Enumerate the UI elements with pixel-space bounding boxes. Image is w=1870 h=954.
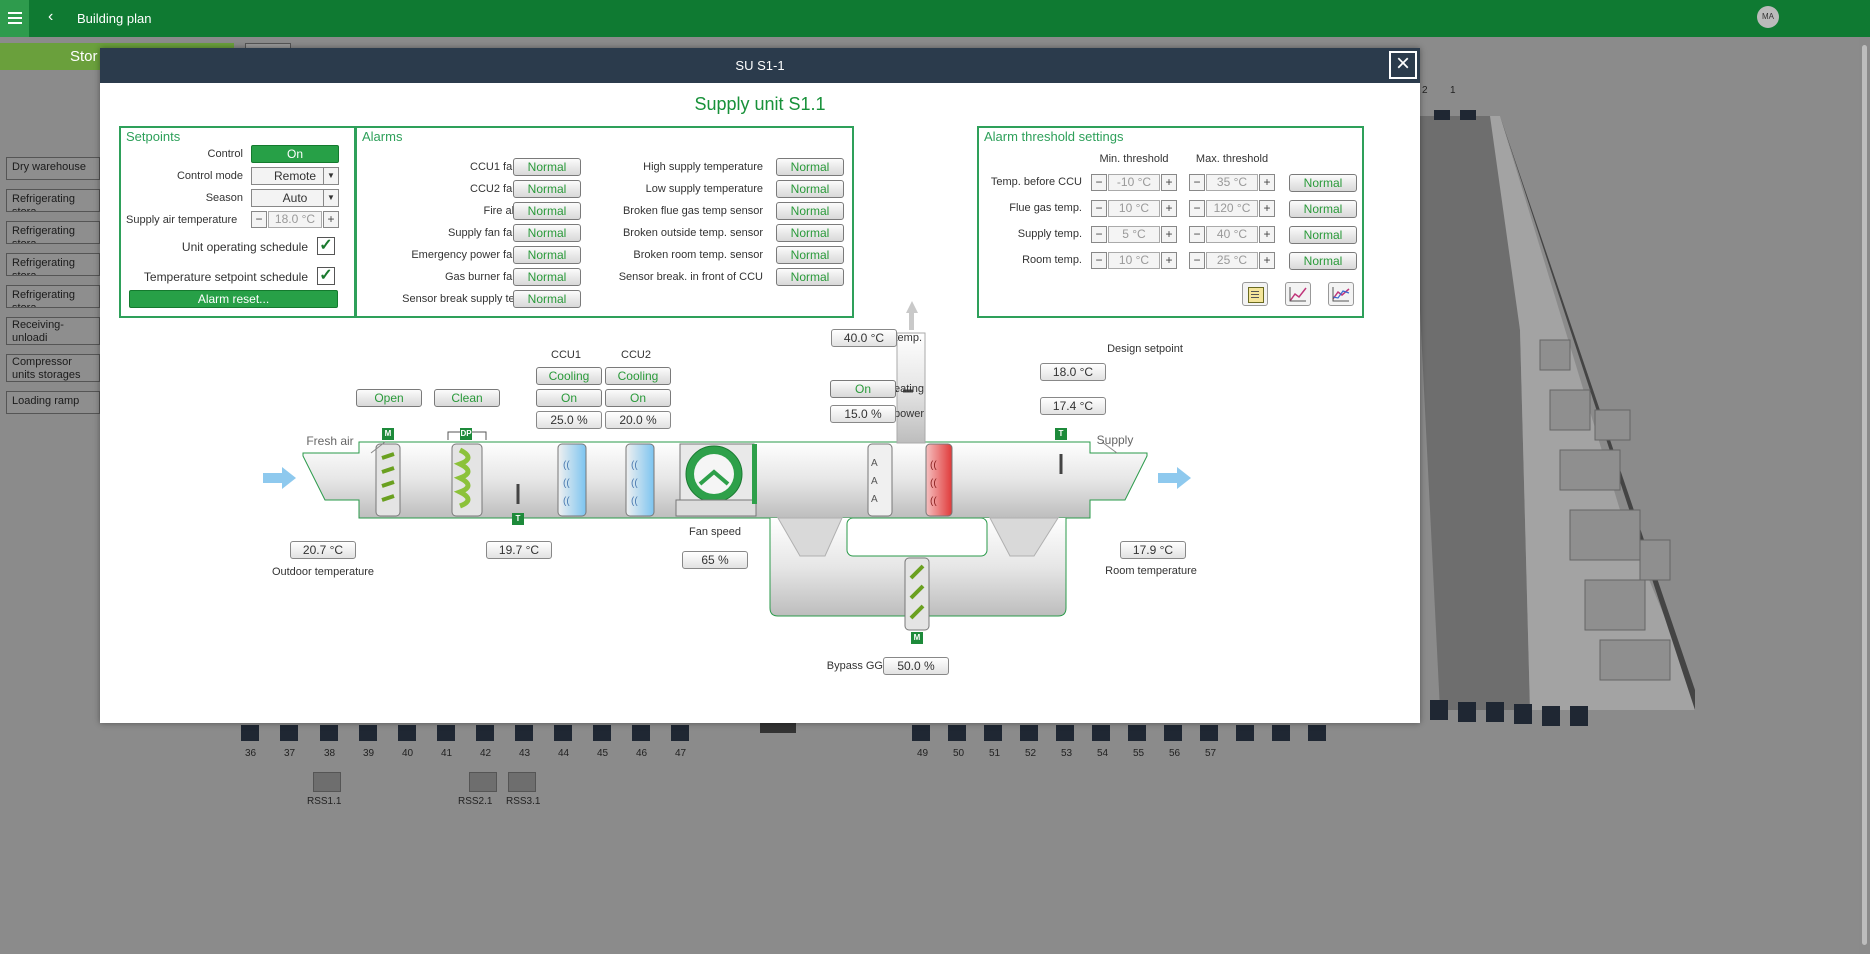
rss-label: RSS2.1 bbox=[458, 796, 493, 807]
scrollbar[interactable] bbox=[1859, 37, 1870, 954]
ccu2-state[interactable]: On bbox=[605, 389, 671, 407]
storage-item[interactable]: Compressor units storages bbox=[6, 354, 100, 382]
dock-number: 52 bbox=[1025, 748, 1037, 759]
storage-list: Dry warehouse Refrigerating stora Refrig… bbox=[6, 157, 100, 423]
dock-number: 57 bbox=[1205, 748, 1217, 759]
building-plan bbox=[1420, 110, 1695, 726]
avatar[interactable]: MA bbox=[1757, 6, 1779, 28]
outdoor-temp-value: 20.7 °C bbox=[290, 541, 356, 559]
menu-icon[interactable] bbox=[0, 0, 29, 37]
top-bar: ‹ Building plan MA bbox=[0, 0, 1870, 37]
breadcrumb[interactable]: Building plan bbox=[77, 11, 151, 26]
storage-item[interactable]: Refrigerating stora bbox=[6, 189, 100, 212]
dock-number: 46 bbox=[636, 748, 648, 759]
rss-label: RSS1.1 bbox=[307, 796, 342, 807]
dock-number: 55 bbox=[1133, 748, 1145, 759]
svg-text:A: A bbox=[871, 494, 878, 505]
svg-text:((: (( bbox=[563, 460, 570, 471]
supply-temp-value: 17.4 °C bbox=[1040, 397, 1106, 415]
svg-text:((: (( bbox=[930, 478, 937, 489]
filter-state[interactable]: Clean bbox=[434, 389, 500, 407]
air-handling-unit-diagram: (((((( (((((( AAA (((((( bbox=[263, 301, 1191, 631]
dock-number: 50 bbox=[953, 748, 965, 759]
bypass-value: 50.0 % bbox=[883, 657, 949, 675]
rss-label: RSS3.1 bbox=[506, 796, 541, 807]
svg-text:((: (( bbox=[563, 478, 570, 489]
svg-text:A: A bbox=[871, 458, 878, 469]
dock-number: 2 bbox=[1422, 85, 1428, 96]
rss-unit[interactable] bbox=[313, 772, 341, 792]
temp-sensor-tag: T bbox=[1055, 428, 1067, 440]
temp-sensor-tag: T bbox=[512, 513, 524, 525]
svg-text:((: (( bbox=[563, 496, 570, 507]
dock-number: 40 bbox=[402, 748, 414, 759]
supply-unit-dialog: SU S1-1 × Supply unit S1.1 Setpoints Con… bbox=[100, 48, 1420, 723]
back-icon[interactable]: ‹ bbox=[48, 8, 53, 26]
svg-text:((: (( bbox=[930, 496, 937, 507]
ccu1-mode[interactable]: Cooling bbox=[536, 367, 602, 385]
supply-label: Supply bbox=[1096, 433, 1134, 447]
storage-item[interactable]: Refrigerating stora bbox=[6, 221, 100, 244]
dock-number: 43 bbox=[519, 748, 531, 759]
dock-number: 53 bbox=[1061, 748, 1073, 759]
storage-item[interactable]: Loading ramp bbox=[6, 391, 100, 414]
rss-unit[interactable] bbox=[469, 772, 497, 792]
inlet-arrow-icon bbox=[263, 467, 296, 489]
dock-number: 47 bbox=[675, 748, 687, 759]
dock-number: 39 bbox=[363, 748, 375, 759]
fan-speed-value: 65 % bbox=[682, 551, 748, 569]
storage-item[interactable]: Refrigerating stora bbox=[6, 285, 100, 308]
rss-unit[interactable] bbox=[508, 772, 536, 792]
dock-number: 44 bbox=[558, 748, 570, 759]
dock-number: 56 bbox=[1169, 748, 1181, 759]
fan-speed-label: Fan speed bbox=[689, 526, 741, 538]
motor-tag: M bbox=[382, 428, 394, 440]
dock-number: 41 bbox=[441, 748, 453, 759]
gb-heating-value[interactable]: On bbox=[830, 380, 896, 398]
svg-text:((: (( bbox=[631, 496, 638, 507]
design-setpoint-label: Design setpoint bbox=[1107, 343, 1183, 355]
storage-item[interactable]: Receiving-unloadi refrigerating storag bbox=[6, 317, 100, 345]
ccu1-label: CCU1 bbox=[551, 349, 581, 361]
svg-text:((: (( bbox=[631, 460, 638, 471]
dock-number: 45 bbox=[597, 748, 609, 759]
dock-number: 51 bbox=[989, 748, 1001, 759]
ccu1-value: 25.0 % bbox=[536, 411, 602, 429]
motor-tag: M bbox=[911, 632, 923, 644]
bypass-label: Bypass GG bbox=[826, 660, 883, 672]
ccu2-mode[interactable]: Cooling bbox=[605, 367, 671, 385]
outdoor-temp-label: Outdoor temperature bbox=[271, 566, 375, 578]
outlet-arrow-icon bbox=[1158, 467, 1191, 489]
dock-number: 49 bbox=[917, 748, 929, 759]
room-temp-label: Room temperature bbox=[1105, 565, 1197, 577]
ccu1-state[interactable]: On bbox=[536, 389, 602, 407]
svg-text:((: (( bbox=[631, 478, 638, 489]
dock-number: 54 bbox=[1097, 748, 1109, 759]
damper-state[interactable]: Open bbox=[356, 389, 422, 407]
room-temp-value: 17.9 °C bbox=[1120, 541, 1186, 559]
svg-text:((: (( bbox=[930, 460, 937, 471]
dock-number: 1 bbox=[1450, 85, 1456, 96]
ccu2-value: 20.0 % bbox=[605, 411, 671, 429]
dock-number: 37 bbox=[284, 748, 296, 759]
smoke-gas-value: 40.0 °C bbox=[831, 329, 897, 347]
dock-number: 38 bbox=[324, 748, 336, 759]
fresh-air-label: Fresh air bbox=[306, 434, 354, 448]
svg-text:A: A bbox=[871, 476, 878, 487]
storage-item[interactable]: Refrigerating stora bbox=[6, 253, 100, 276]
ccu2-label: CCU2 bbox=[621, 349, 651, 361]
dp-tag: DP bbox=[460, 428, 472, 440]
storage-item[interactable]: Dry warehouse bbox=[6, 157, 100, 180]
design-setpoint-value: 18.0 °C bbox=[1040, 363, 1106, 381]
dock-number: 36 bbox=[245, 748, 257, 759]
gb-power-value: 15.0 % bbox=[830, 405, 896, 423]
after-filter-temp-value: 19.7 °C bbox=[486, 541, 552, 559]
dock-number: 42 bbox=[480, 748, 492, 759]
